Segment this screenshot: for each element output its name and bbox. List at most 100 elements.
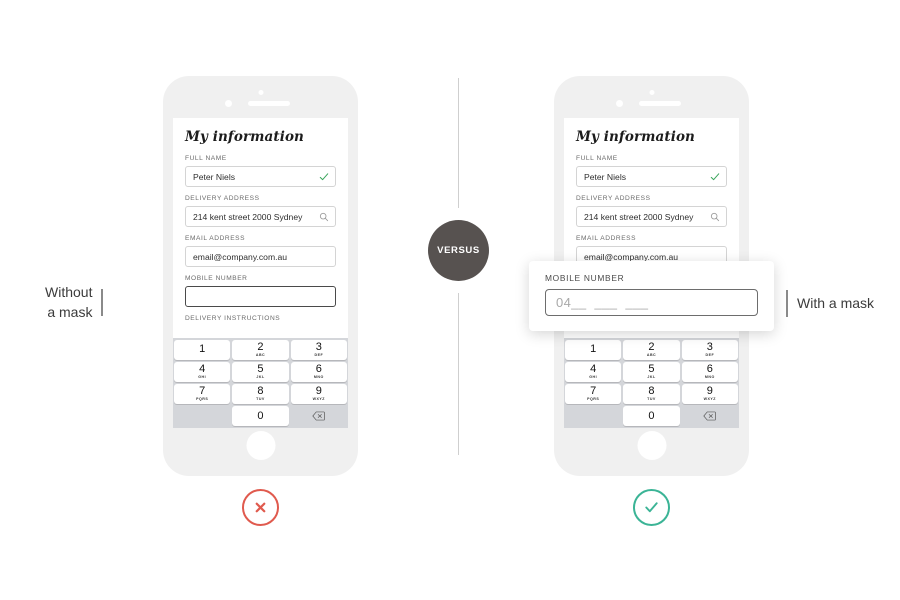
keypad-key-9[interactable]: 9 WXYZ bbox=[290, 384, 347, 404]
backspace-icon[interactable] bbox=[682, 406, 738, 426]
key-letters: JKL bbox=[256, 375, 265, 380]
keypad-key-6[interactable]: 6 MNO bbox=[681, 362, 738, 382]
circle-check-icon bbox=[633, 489, 670, 526]
key-letters: MNO bbox=[313, 375, 324, 380]
keypad-key-1[interactable]: 1 bbox=[565, 340, 622, 360]
key-letters: WXYZ bbox=[312, 397, 326, 402]
keypad-key-4[interactable]: 4 GHI bbox=[565, 362, 622, 382]
key-letters: WXYZ bbox=[703, 397, 717, 402]
keypad-key-1[interactable]: 1 bbox=[174, 340, 231, 360]
numeric-keypad-left[interactable]: 1 2 ABC 3 DEF 4 GHI 5 JKL 6 MNO 7 PQRS 8 TUV 9W… bbox=[173, 338, 348, 428]
email-address-value: email@company.com.au bbox=[193, 251, 288, 262]
caption-without-mask: Without a mask bbox=[45, 282, 104, 323]
proximity-sensor-icon bbox=[616, 100, 623, 107]
keypad-key-blank bbox=[174, 406, 230, 426]
versus-badge: VERSUS bbox=[428, 220, 489, 281]
key-letters: ABC bbox=[255, 353, 266, 358]
field-full-name: FULL NAME Peter Niels bbox=[576, 155, 727, 187]
key-digit: 3 bbox=[315, 340, 322, 353]
masked-mobile-number-input[interactable]: 04__ ___ ___ bbox=[545, 289, 758, 316]
front-camera-icon bbox=[649, 90, 654, 95]
keypad-key-5[interactable]: 5 JKL bbox=[623, 362, 680, 382]
field-delivery-address: DELIVERY ADDRESS 214 kent street 2000 Sy… bbox=[576, 195, 727, 227]
key-digit: 4 bbox=[590, 362, 597, 375]
keypad-key-7[interactable]: 7 PQRS bbox=[565, 384, 622, 404]
front-camera-icon bbox=[258, 90, 263, 95]
key-digit: 1 bbox=[199, 342, 206, 355]
key-digit: 2 bbox=[648, 340, 655, 353]
field-label-full-name: FULL NAME bbox=[576, 155, 618, 162]
key-letters: ABC bbox=[646, 353, 657, 358]
field-label-delivery-address: DELIVERY ADDRESS bbox=[185, 195, 260, 202]
keypad-key-2[interactable]: 2 ABC bbox=[623, 340, 680, 360]
field-email-address: EMAIL ADDRESS email@company.com.au bbox=[185, 235, 336, 267]
mobile-number-input[interactable] bbox=[185, 286, 336, 307]
key-digit: 1 bbox=[590, 342, 597, 355]
full-name-input[interactable]: Peter Niels bbox=[185, 166, 336, 187]
keypad-key-9[interactable]: 9 WXYZ bbox=[681, 384, 738, 404]
keypad-key-8[interactable]: 8 TUV bbox=[623, 384, 680, 404]
caption-with-mask: With a mask bbox=[786, 290, 874, 317]
delivery-address-value: 214 kent street 2000 Sydney bbox=[584, 211, 694, 222]
key-digit: 6 bbox=[315, 362, 322, 375]
field-full-name: FULL NAME Peter Niels bbox=[185, 155, 336, 187]
key-digit: 7 bbox=[199, 384, 206, 397]
key-digit: 0 bbox=[648, 409, 655, 422]
keypad-key-6[interactable]: 6 MNO bbox=[290, 362, 347, 382]
field-label-full-name: FULL NAME bbox=[185, 155, 227, 162]
key-digit: 7 bbox=[590, 384, 597, 397]
full-name-input[interactable]: Peter Niels bbox=[576, 166, 727, 187]
keypad-key-4[interactable]: 4 GHI bbox=[174, 362, 231, 382]
key-digit: 0 bbox=[257, 409, 264, 422]
earpiece-speaker-icon bbox=[639, 101, 681, 106]
field-label-email-address: EMAIL ADDRESS bbox=[185, 235, 246, 242]
earpiece-speaker-icon bbox=[248, 101, 290, 106]
delivery-address-input[interactable]: 214 kent street 2000 Sydney bbox=[576, 206, 727, 227]
search-icon[interactable] bbox=[710, 212, 720, 222]
email-address-input[interactable]: email@company.com.au bbox=[185, 246, 336, 267]
keypad-key-8[interactable]: 8 TUV bbox=[232, 384, 289, 404]
delivery-address-input[interactable]: 214 kent street 2000 Sydney bbox=[185, 206, 336, 227]
key-letters: GHI bbox=[589, 375, 598, 380]
keypad-key-2[interactable]: 2 ABC bbox=[232, 340, 289, 360]
key-letters: DEF bbox=[705, 353, 715, 358]
home-button[interactable] bbox=[637, 431, 666, 460]
key-letters: JKL bbox=[647, 375, 656, 380]
divider-top bbox=[458, 78, 459, 208]
home-button[interactable] bbox=[246, 431, 275, 460]
circle-x-icon bbox=[242, 489, 279, 526]
key-letters: PQRS bbox=[587, 397, 600, 402]
caption-rule-left bbox=[101, 288, 104, 316]
field-delivery-address: DELIVERY ADDRESS 214 kent street 2000 Sy… bbox=[185, 195, 336, 227]
key-letters: MNO bbox=[704, 375, 715, 380]
page-title: My information bbox=[185, 129, 304, 145]
divider-bottom bbox=[458, 293, 459, 455]
key-letters: PQRS bbox=[196, 397, 209, 402]
field-label-delivery-instructions: DELIVERY INSTRUCTIONS bbox=[185, 315, 281, 322]
keypad-key-3[interactable]: 3 DEF bbox=[290, 340, 347, 360]
keypad-key-5[interactable]: 5 JKL bbox=[232, 362, 289, 382]
key-letters: TUV bbox=[256, 397, 265, 402]
numeric-keypad-right[interactable]: 1 2 ABC 3 DEF 4 GHI 5 JKL 6 MNO 7 PQRS 8 TUV 9W… bbox=[564, 338, 739, 428]
caption-without-mask-line2: a mask bbox=[47, 304, 93, 321]
email-address-value: email@company.com.au bbox=[584, 251, 679, 262]
field-label-delivery-address: DELIVERY ADDRESS bbox=[576, 195, 651, 202]
versus-label: VERSUS bbox=[437, 245, 480, 256]
backspace-icon[interactable] bbox=[291, 406, 347, 426]
comparison-stage: My information FULL NAME Peter Niels DEL… bbox=[0, 0, 900, 600]
search-icon[interactable] bbox=[319, 212, 329, 222]
key-digit: 8 bbox=[648, 384, 655, 397]
keypad-key-0[interactable]: 0 bbox=[232, 406, 289, 426]
phone-mockup-without-mask: My information FULL NAME Peter Niels DEL… bbox=[163, 76, 358, 476]
key-digit: 8 bbox=[257, 384, 264, 397]
keypad-key-7[interactable]: 7 PQRS bbox=[174, 384, 231, 404]
keypad-key-0[interactable]: 0 bbox=[623, 406, 680, 426]
keypad-key-3[interactable]: 3 DEF bbox=[681, 340, 738, 360]
masked-input-callout: MOBILE NUMBER 04__ ___ ___ bbox=[529, 261, 774, 331]
full-name-value: Peter Niels bbox=[584, 171, 627, 182]
mobile-number-mask: 04__ ___ ___ bbox=[556, 295, 649, 310]
check-icon bbox=[710, 172, 720, 182]
key-digit: 6 bbox=[706, 362, 713, 375]
page-title: My information bbox=[576, 129, 695, 145]
field-label-mobile-number: MOBILE NUMBER bbox=[185, 275, 248, 282]
